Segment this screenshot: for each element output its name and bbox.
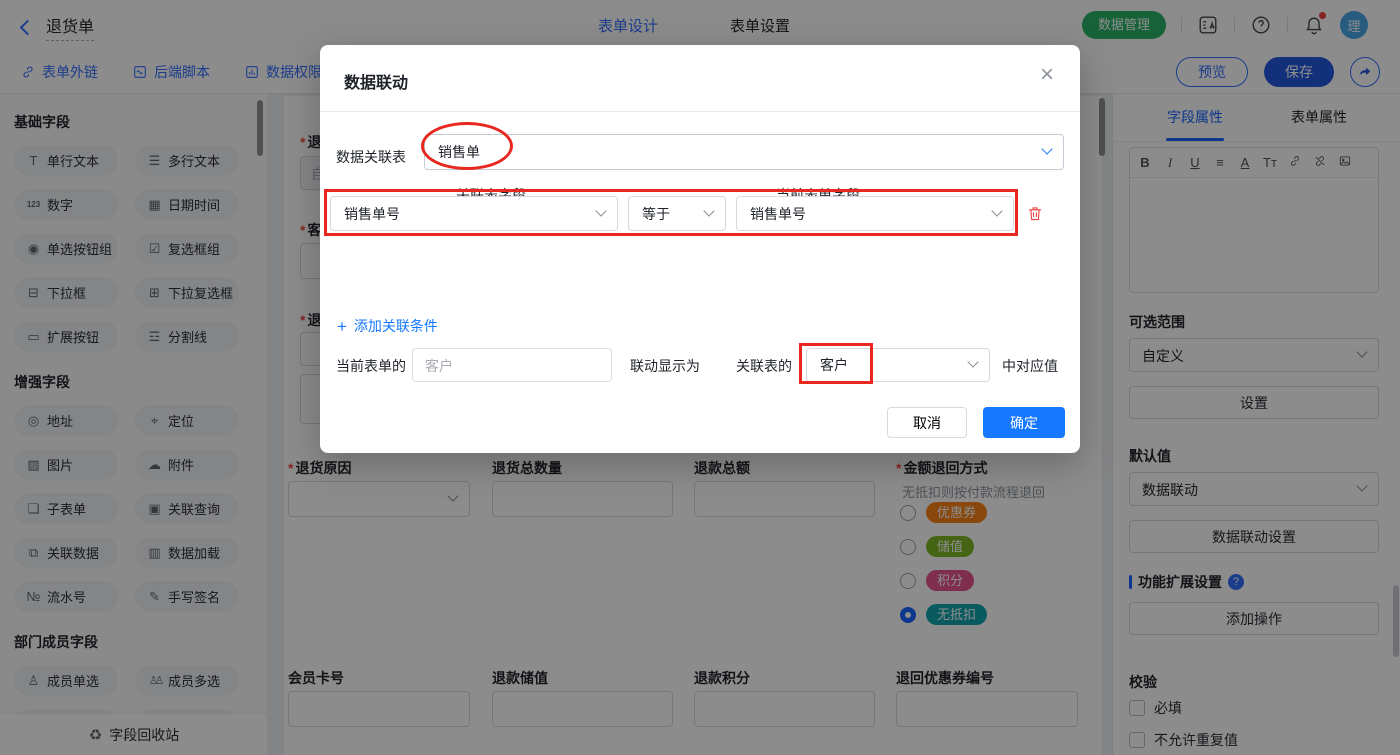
divider: [320, 111, 1080, 112]
close-icon[interactable]: ×: [1040, 63, 1054, 87]
relation-table-prefix-label: 关联表的: [736, 358, 792, 374]
condition-left-select[interactable]: 销售单号: [330, 196, 618, 231]
confirm-button[interactable]: 确定: [983, 407, 1065, 438]
current-form-field-input[interactable]: 客户: [412, 348, 612, 382]
relation-table-label: 数据关联表: [336, 149, 406, 165]
condition-operator-select[interactable]: 等于: [628, 196, 726, 231]
current-form-prefix-label: 当前表单的: [336, 358, 406, 374]
condition-right-select[interactable]: 销售单号: [736, 196, 1014, 231]
linkage-display-label: 联动显示为: [630, 358, 700, 374]
add-condition-link[interactable]: + 添加关联条件: [337, 316, 438, 336]
relation-table-field-select[interactable]: 客户: [806, 348, 990, 382]
form-designer-app: 退货单 表单设计 表单设置 数据管理 理 表单外链 后端脚本 数据权限 预览 保…: [0, 0, 1400, 755]
cancel-button[interactable]: 取消: [887, 407, 967, 438]
delete-condition-icon[interactable]: [1026, 204, 1044, 223]
corresponding-value-label: 中对应值: [1002, 358, 1058, 374]
data-linkage-modal: 数据联动 × 数据关联表 销售单 关联表字段 当前表单字段 销售单号 等于 销售…: [320, 45, 1080, 453]
modal-title: 数据联动: [344, 75, 409, 92]
relation-table-select[interactable]: 销售单: [424, 134, 1064, 170]
